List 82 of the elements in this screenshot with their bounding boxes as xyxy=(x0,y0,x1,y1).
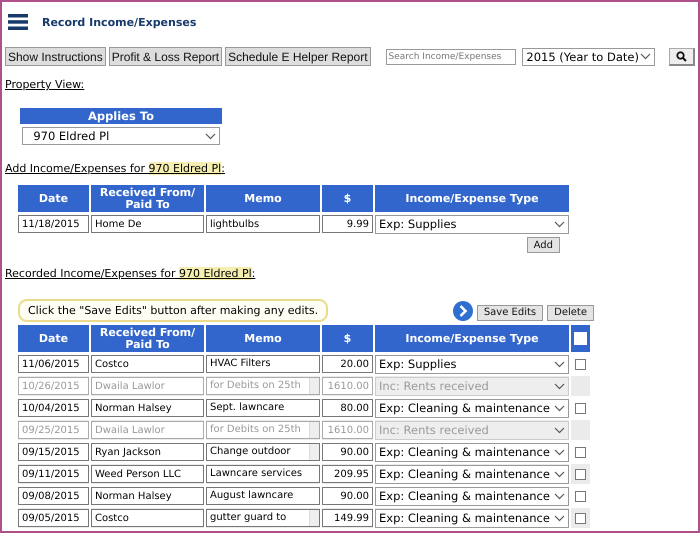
payee-field[interactable]: Costco xyxy=(91,355,204,373)
caret-icon xyxy=(554,382,565,390)
memo-field[interactable]: Sept. lawncare xyxy=(206,399,320,417)
column-header: $ xyxy=(322,325,373,352)
row-checkbox[interactable] xyxy=(575,446,586,458)
type-select[interactable]: Exp: Cleaning & maintenance xyxy=(375,442,569,462)
column-header: Date xyxy=(18,325,89,352)
caret-icon xyxy=(554,470,565,478)
column-header: Received From/ Paid To xyxy=(91,185,204,212)
amount-field[interactable]: 90.00 xyxy=(322,487,373,505)
section-label: Recorded Income/Expenses for 970 Eldred Pl: xyxy=(5,267,256,280)
amount-field[interactable]: 9.99 xyxy=(322,215,373,233)
caret-icon xyxy=(554,220,565,228)
report-button[interactable]: Show Instructions xyxy=(5,47,106,66)
search-field[interactable]: Search Income/Expenses xyxy=(386,48,516,64)
type-select[interactable]: Exp: Cleaning & maintenance xyxy=(375,464,569,484)
payee-field[interactable]: Home De xyxy=(91,215,204,233)
amount-field[interactable]: 20.00 xyxy=(322,355,373,373)
type-select[interactable]: Exp: Supplies xyxy=(375,354,569,374)
search-button[interactable] xyxy=(669,48,695,66)
column-header: Income/Expense Type xyxy=(375,185,569,212)
amount-field[interactable]: 90.00 xyxy=(322,443,373,461)
date-field[interactable]: 11/06/2015 xyxy=(18,355,89,373)
date-field[interactable]: 09/08/2015 xyxy=(18,487,89,505)
menu-icon[interactable] xyxy=(8,14,28,30)
row-checkbox[interactable] xyxy=(575,490,586,502)
period-select[interactable]: 2015 (Year to Date) xyxy=(522,48,656,66)
property-select[interactable]: 970 Eldred Pl xyxy=(22,127,220,145)
add-button[interactable]: Add xyxy=(526,237,560,253)
type-select[interactable]: Exp: Supplies xyxy=(375,214,569,234)
memo-field[interactable]: Lawncare services xyxy=(206,465,320,483)
date-field[interactable]: 10/04/2015 xyxy=(18,399,89,417)
action-button[interactable]: Delete xyxy=(547,304,594,320)
report-button[interactable]: Schedule E Helper Report xyxy=(225,47,371,66)
property-view-label: Property View: xyxy=(5,78,84,91)
section-label: Add Income/Expenses for 970 Eldred Pl: xyxy=(5,162,225,175)
caret-icon xyxy=(205,132,216,140)
type-select[interactable]: Exp: Cleaning & maintenance xyxy=(375,508,569,528)
date-field[interactable]: 09/05/2015 xyxy=(18,509,89,527)
caret-icon xyxy=(554,514,565,522)
row-checkbox[interactable] xyxy=(575,358,586,370)
amount-field[interactable]: 209.95 xyxy=(322,465,373,483)
row-checkbox[interactable] xyxy=(575,402,586,414)
column-header: $ xyxy=(322,185,373,212)
payee-field[interactable]: Costco xyxy=(91,509,204,527)
date-field[interactable]: 11/18/2015 xyxy=(18,215,89,233)
memo-field[interactable]: August lawncare xyxy=(206,487,320,505)
caret-icon xyxy=(554,360,565,368)
memo-field[interactable]: lightbulbs xyxy=(206,215,320,233)
row-checkbox[interactable] xyxy=(575,468,586,480)
payee-field[interactable]: Norman Halsey xyxy=(91,399,204,417)
memo-field[interactable]: gutter guard to xyxy=(206,509,320,527)
payee-field[interactable]: Ryan Jackson xyxy=(91,443,204,461)
report-button[interactable]: Profit & Loss Report xyxy=(108,47,222,66)
memo-field[interactable]: Change outdoor xyxy=(206,443,320,461)
applies-to-header: Applies To xyxy=(20,108,222,124)
action-button[interactable]: Save Edits xyxy=(476,304,544,320)
search-icon xyxy=(676,50,688,62)
payee-field[interactable]: Weed Person LLC xyxy=(91,465,204,483)
caret-icon xyxy=(554,404,565,412)
chevron-right-icon[interactable] xyxy=(452,300,473,320)
type-select[interactable]: Exp: Cleaning & maintenance xyxy=(375,398,569,418)
column-header: Income/Expense Type xyxy=(375,325,569,352)
caret-icon xyxy=(554,426,565,434)
caret-icon xyxy=(554,492,565,500)
notice-message: Click the "Save Edits" button after making any edits. xyxy=(18,299,328,322)
column-header: Received From/ Paid To xyxy=(91,325,204,352)
caret-icon xyxy=(640,53,652,60)
date-field[interactable]: 09/15/2015 xyxy=(18,443,89,461)
memo-field[interactable]: HVAC Filters xyxy=(206,355,320,373)
caret-icon xyxy=(554,448,565,456)
column-header: Memo xyxy=(206,185,320,212)
amount-field[interactable]: 149.99 xyxy=(322,509,373,527)
page-title: Record Income/Expenses xyxy=(42,16,196,28)
type-select[interactable]: Exp: Cleaning & maintenance xyxy=(375,486,569,506)
column-header: Memo xyxy=(206,325,320,352)
payee-field[interactable]: Norman Halsey xyxy=(91,487,204,505)
column-header: Date xyxy=(18,185,89,212)
date-field[interactable]: 09/11/2015 xyxy=(18,465,89,483)
row-checkbox[interactable] xyxy=(575,512,586,524)
amount-field[interactable]: 80.00 xyxy=(322,399,373,417)
select-all-checkbox[interactable] xyxy=(571,325,590,352)
